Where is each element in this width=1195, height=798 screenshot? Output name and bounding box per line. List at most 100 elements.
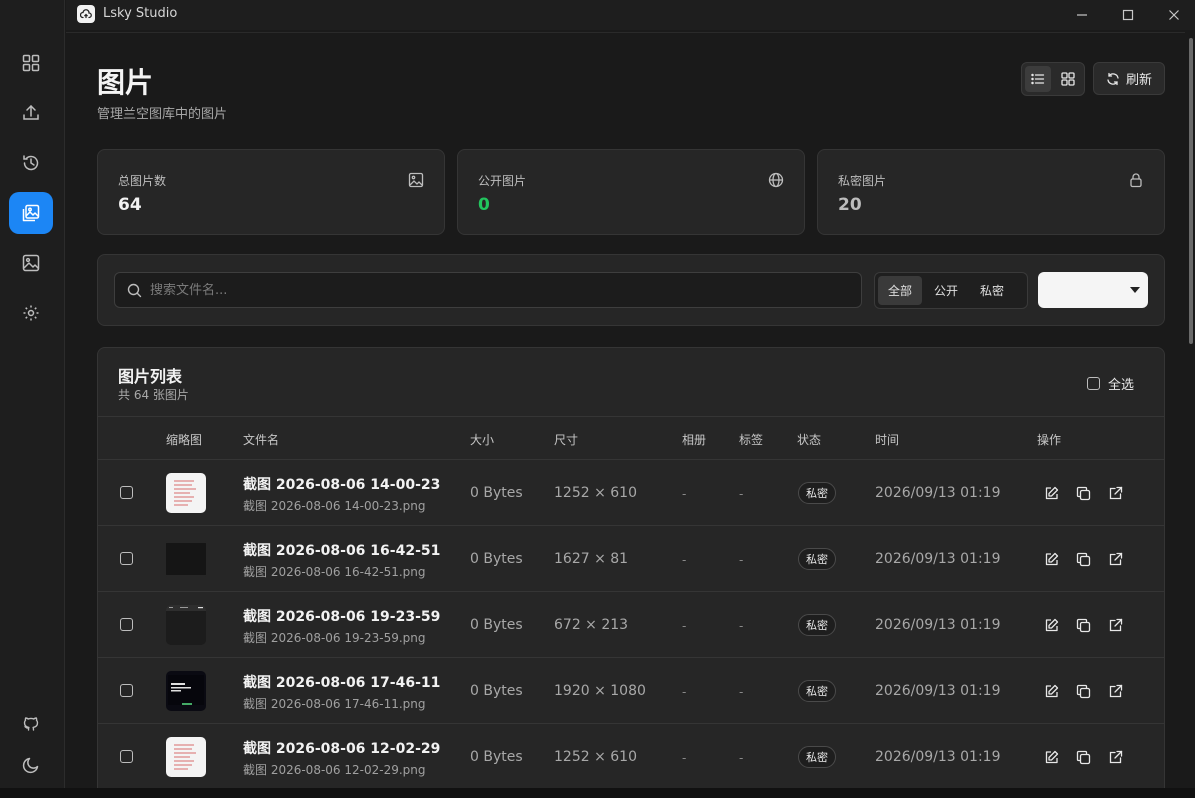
col-album: 相册: [682, 433, 707, 447]
status-badge: 私密: [798, 680, 836, 702]
stat-value: 64: [118, 195, 142, 215]
nav-theme[interactable]: [9, 744, 53, 786]
nav-settings[interactable]: [9, 292, 53, 334]
select-all-checkbox[interactable]: [1087, 377, 1100, 390]
edit-button[interactable]: [1042, 748, 1060, 766]
image-dimensions: 1920 × 1080: [554, 683, 646, 699]
tags-value: -: [739, 487, 744, 501]
scrollbar-thumb[interactable]: [1189, 38, 1193, 344]
upload-icon: [23, 104, 39, 120]
row-checkbox[interactable]: [120, 552, 133, 565]
moon-icon: [22, 757, 39, 774]
list-title: 图片列表: [118, 367, 183, 386]
stat-value: 20: [838, 195, 862, 215]
upload-time: 2026/09/13 01:19: [875, 617, 1001, 633]
album-value: -: [682, 751, 687, 765]
file-title: 截图 2026-08-06 17-46-11: [243, 675, 441, 691]
table-row[interactable]: 截图 2026-08-06 17-46-11 截图 2026-08-06 17-…: [98, 658, 1164, 724]
upload-time: 2026/09/13 01:19: [875, 551, 1001, 567]
image-thumbnail[interactable]: [166, 605, 206, 645]
copy-button[interactable]: [1074, 550, 1092, 568]
nav-github[interactable]: [9, 702, 53, 744]
col-size: 大小: [470, 433, 495, 447]
image-dimensions: 1627 × 81: [554, 551, 629, 567]
nav-gallery[interactable]: [9, 192, 53, 234]
image-thumbnail[interactable]: [166, 473, 206, 513]
globe-icon: [768, 172, 784, 188]
edit-button[interactable]: [1042, 616, 1060, 634]
open-external-button[interactable]: [1106, 682, 1124, 700]
image-thumbnail[interactable]: [166, 539, 206, 579]
nav-upload[interactable]: [9, 92, 53, 134]
refresh-button[interactable]: 刷新: [1093, 62, 1165, 95]
copy-button[interactable]: [1074, 748, 1092, 766]
col-time: 时间: [875, 433, 900, 447]
filter-public-button[interactable]: 公开: [924, 276, 968, 305]
edit-button[interactable]: [1042, 484, 1060, 502]
row-checkbox[interactable]: [120, 684, 133, 697]
maximize-button[interactable]: [1117, 4, 1139, 26]
maximize-icon: [1122, 9, 1134, 21]
col-actions: 操作: [1037, 433, 1062, 447]
copy-button[interactable]: [1074, 616, 1092, 634]
file-size: 0 Bytes: [470, 485, 523, 501]
row-checkbox[interactable]: [120, 618, 133, 631]
album-select[interactable]: [1038, 272, 1148, 308]
list-view-button[interactable]: [1025, 66, 1051, 92]
col-dimensions: 尺寸: [554, 433, 579, 447]
edit-button[interactable]: [1042, 550, 1060, 568]
search-input[interactable]: [150, 282, 830, 298]
nav-history[interactable]: [9, 142, 53, 184]
stat-label: 公开图片: [478, 174, 527, 188]
table-row[interactable]: 截图 2026-08-06 12-02-29 截图 2026-08-06 12-…: [98, 724, 1164, 790]
file-title: 截图 2026-08-06 14-00-23: [243, 477, 441, 493]
album-value: -: [682, 553, 687, 567]
status-badge: 私密: [798, 482, 836, 504]
image-thumbnail[interactable]: [166, 671, 206, 711]
table-row[interactable]: 截图 2026-08-06 19-23-59 截图 2026-08-06 19-…: [98, 592, 1164, 658]
edit-button[interactable]: [1042, 682, 1060, 700]
stat-label: 私密图片: [838, 174, 887, 188]
file-size: 0 Bytes: [470, 551, 523, 567]
file-size: 0 Bytes: [470, 617, 523, 633]
file-name: 截图 2026-08-06 17-46-11.png: [243, 697, 426, 711]
select-all-label: 全选: [1108, 378, 1135, 393]
copy-icon: [1076, 486, 1090, 500]
open-external-button[interactable]: [1106, 484, 1124, 502]
file-name: 截图 2026-08-06 12-02-29.png: [243, 763, 426, 777]
main-content: 图片 管理兰空图库中的图片 刷新 总图片数 64 公开图片 0 私密图片 20: [66, 32, 1185, 798]
copy-button[interactable]: [1074, 484, 1092, 502]
select-all[interactable]: 全选: [1087, 374, 1134, 393]
open-external-button[interactable]: [1106, 748, 1124, 766]
nav-dashboard[interactable]: [9, 42, 53, 84]
table-row[interactable]: 截图 2026-08-06 16-42-51 截图 2026-08-06 16-…: [98, 526, 1164, 592]
row-checkbox[interactable]: [120, 750, 133, 763]
open-external-button[interactable]: [1106, 550, 1124, 568]
image-list: 图片列表 共 64 张图片 全选 缩略图 文件名 大小 尺寸 相册 标签 状态 …: [97, 347, 1165, 798]
upload-time: 2026/09/13 01:19: [875, 749, 1001, 765]
copy-icon: [1076, 684, 1090, 698]
table-row[interactable]: 截图 2026-08-06 14-00-23 截图 2026-08-06 14-…: [98, 460, 1164, 526]
image-icon: [408, 172, 424, 188]
minimize-button[interactable]: [1071, 4, 1093, 26]
filter-all-button[interactable]: 全部: [878, 276, 923, 305]
close-icon: [1169, 10, 1179, 20]
image-dimensions: 672 × 213: [554, 617, 629, 633]
search-icon: [127, 283, 142, 297]
nav-images[interactable]: [9, 242, 53, 284]
file-title: 截图 2026-08-06 16-42-51: [243, 543, 441, 559]
lock-icon: [1130, 173, 1142, 188]
grid-view-button[interactable]: [1055, 66, 1081, 92]
copy-button[interactable]: [1074, 682, 1092, 700]
open-external-button[interactable]: [1106, 616, 1124, 634]
grid-icon: [1061, 72, 1075, 86]
list-count: 共 64 张图片: [118, 388, 189, 402]
image-thumbnail[interactable]: [166, 737, 206, 777]
table-header: 缩略图 文件名 大小 尺寸 相册 标签 状态 时间 操作: [98, 416, 1164, 460]
row-checkbox[interactable]: [120, 486, 133, 499]
filter-private-button[interactable]: 私密: [970, 276, 1014, 305]
edit-icon: [1045, 618, 1058, 631]
upload-time: 2026/09/13 01:19: [875, 683, 1001, 699]
stat-value: 0: [478, 195, 490, 215]
close-button[interactable]: [1163, 4, 1185, 26]
